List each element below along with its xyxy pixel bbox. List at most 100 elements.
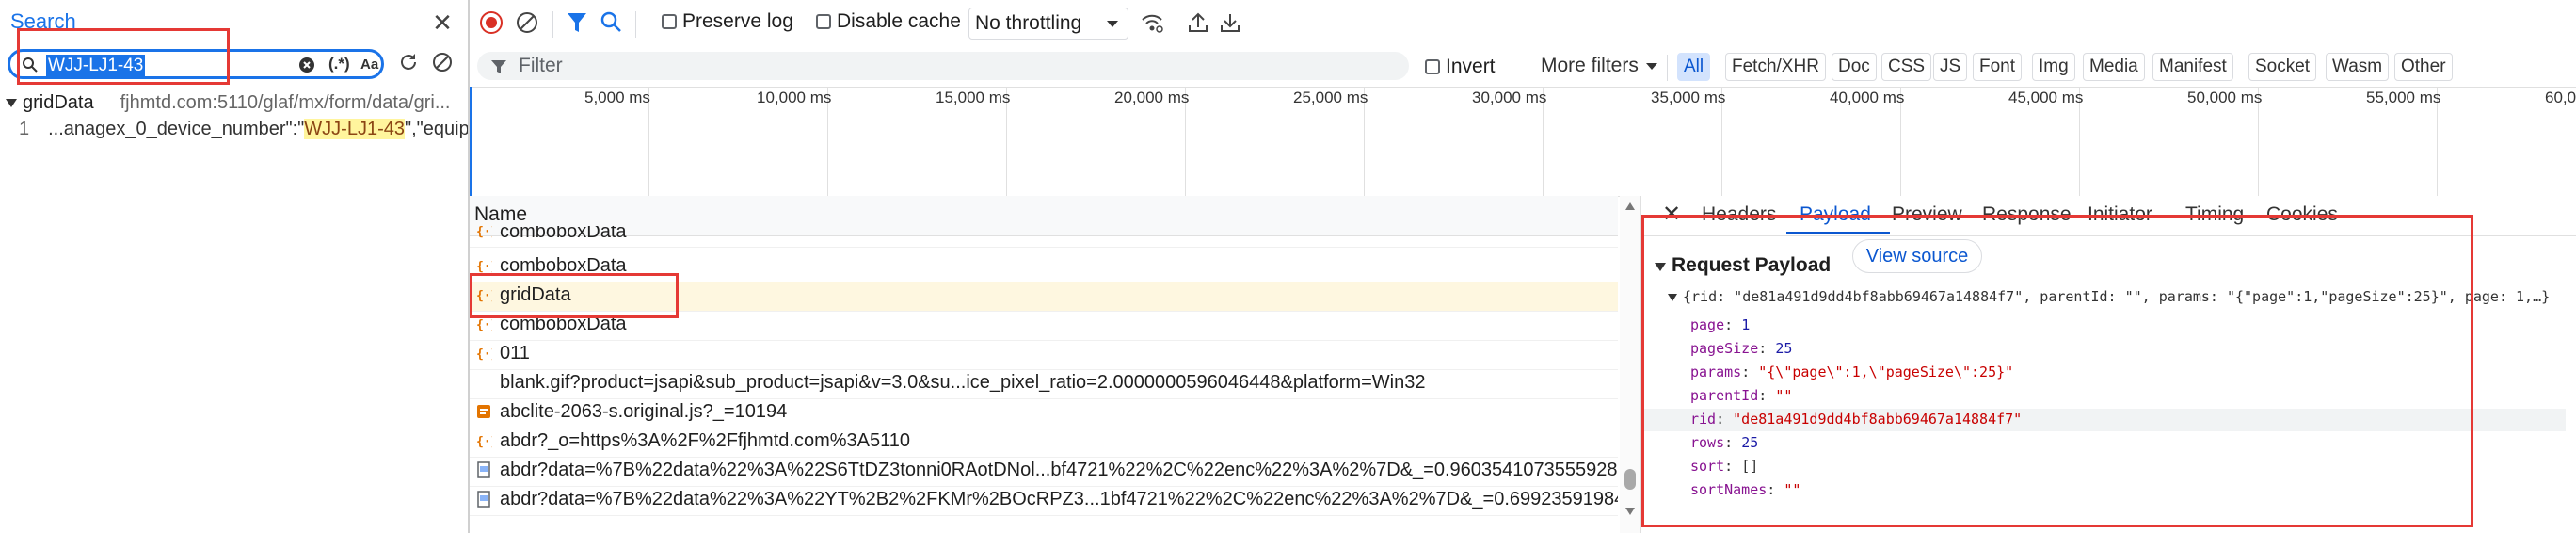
more-filters-dropdown[interactable]: More filters — [1541, 55, 1657, 77]
match-highlight: WJJ-LJ1-43 — [304, 119, 405, 139]
search-result-match[interactable]: 1 ...anagex_0_device_number":"WJJ-LJ1-43"… — [19, 119, 469, 140]
request-name: abdr?data=%7B%22data%22%3A%22S6TtDZ3tonn… — [500, 460, 1618, 480]
type-chip-all[interactable]: All — [1677, 53, 1711, 81]
svg-text:{·}: {·} — [476, 318, 492, 332]
import-har-icon[interactable] — [1187, 10, 1209, 35]
requests-scrollbar[interactable] — [1620, 196, 1640, 533]
separator — [552, 11, 553, 38]
tick-label: 50,000 ms — [2187, 89, 2263, 106]
clear-input-icon[interactable] — [298, 57, 315, 73]
highlight-box-request — [470, 273, 679, 318]
preserve-log-checkbox[interactable]: Preserve log — [662, 10, 793, 33]
disable-cache-label: Disable cache — [837, 10, 961, 32]
type-chip-doc[interactable]: Doc — [1832, 53, 1877, 81]
request-name: abdr?_o=https%3A%2F%2Ffjhmtd.com%3A5110 — [500, 430, 910, 451]
disable-cache-checkbox[interactable]: Disable cache — [816, 10, 961, 33]
tick-label: 45,000 ms — [2008, 89, 2084, 106]
tick-label: 40,000 ms — [1830, 89, 1905, 106]
xhr-icon: {·} — [476, 435, 492, 449]
match-suffix: ","equipm... — [405, 119, 469, 139]
type-chip-js[interactable]: JS — [1933, 53, 1968, 81]
document-icon — [477, 491, 490, 508]
scroll-down-icon[interactable] — [1624, 507, 1636, 516]
svg-text:{·}: {·} — [476, 347, 492, 362]
svg-text:{·}: {·} — [476, 226, 492, 239]
chevron-down-icon — [1645, 62, 1657, 70]
xhr-icon: {·} — [476, 347, 492, 362]
request-name: 011 — [500, 343, 530, 363]
tick-label: 55,000 ms — [2366, 89, 2441, 106]
request-name: blank.gif?product=jsapi&sub_product=jsap… — [500, 372, 1426, 393]
close-search-icon[interactable]: ✕ — [429, 9, 456, 36]
tick-label: 35,000 ms — [1651, 89, 1726, 106]
more-filters-label: More filters — [1541, 55, 1639, 76]
throttling-select[interactable]: No throttling — [968, 8, 1128, 40]
clear-log-icon[interactable] — [515, 10, 539, 35]
requests-table: Name {·} comboboxData {·} comboboxData {… — [470, 196, 1640, 533]
checkbox-icon — [816, 14, 831, 29]
throttling-value: No throttling — [975, 12, 1082, 34]
request-row[interactable]: abdr?data=%7B%22data%22%3A%22YT%2B2%2FKM… — [470, 486, 1618, 516]
filter-icon[interactable] — [566, 10, 588, 35]
script-icon — [477, 405, 490, 418]
expand-triangle-icon — [6, 99, 17, 108]
request-row[interactable]: blank.gif?product=jsapi&sub_product=jsap… — [470, 369, 1618, 399]
svg-text:{·}: {·} — [476, 435, 492, 449]
timeline-overview[interactable]: 5,000 ms 10,000 ms 15,000 ms 20,000 ms 2… — [470, 87, 2576, 197]
tick-label: 5,000 ms — [584, 89, 650, 106]
request-row[interactable]: {·} abdr?_o=https%3A%2F%2Ffjhmtd.com%3A5… — [470, 428, 1618, 458]
export-har-icon[interactable] — [1219, 10, 1241, 35]
search-result-filename: gridData — [23, 92, 94, 113]
separator — [635, 11, 636, 38]
tick-label: 60,0 — [2545, 89, 2576, 106]
tick-label: 20,000 ms — [1114, 89, 1190, 106]
xhr-icon: {·} — [476, 260, 492, 274]
request-row[interactable]: abclite-2063-s.original.js?_=10194 — [470, 398, 1618, 428]
scrollbar-thumb[interactable] — [1624, 469, 1636, 490]
refresh-icon[interactable] — [397, 51, 420, 73]
request-name: abdr?data=%7B%22data%22%3A%22YT%2B2%2FKM… — [500, 489, 1618, 509]
type-chip-other[interactable]: Other — [2394, 53, 2453, 81]
separator — [1667, 55, 1668, 81]
search-icon[interactable] — [600, 10, 622, 35]
request-row[interactable]: abdr?data=%7B%22data%22%3A%22S6TtDZ3tonn… — [470, 457, 1618, 487]
line-number: 1 — [19, 119, 30, 139]
search-result-file[interactable]: gridData fjhmtd.com:5110/glaf/mx/form/dat… — [6, 92, 451, 114]
invert-checkbox[interactable]: Invert — [1425, 56, 1496, 78]
request-name: comboboxData — [500, 226, 627, 242]
request-name: abclite-2063-s.original.js?_=10194 — [500, 401, 788, 422]
regex-toggle-button[interactable]: (.*) — [328, 55, 350, 73]
network-conditions-icon[interactable] — [1140, 10, 1164, 35]
timeline-marker — [470, 87, 472, 196]
type-chip-img[interactable]: Img — [2032, 53, 2075, 81]
type-chip-font[interactable]: Font — [1973, 53, 2023, 81]
type-chip-socket[interactable]: Socket — [2248, 53, 2317, 81]
record-icon[interactable] — [479, 10, 504, 35]
tick-label: 15,000 ms — [936, 89, 1011, 106]
filter-funnel-icon — [490, 58, 507, 75]
type-chip-fetch-xhr[interactable]: Fetch/XHR — [1725, 53, 1826, 81]
request-details-pane: ✕ Headers Payload Preview Response Initi… — [1640, 196, 2576, 533]
search-result-url: fjhmtd.com:5110/glaf/mx/form/data/gri... — [120, 92, 451, 113]
tick-label: 30,000 ms — [1472, 89, 1547, 106]
tick-label: 25,000 ms — [1293, 89, 1368, 106]
svg-text:{·}: {·} — [476, 260, 492, 274]
highlight-box-search — [17, 28, 230, 85]
clear-results-icon[interactable] — [431, 51, 454, 73]
type-chip-manifest[interactable]: Manifest — [2152, 53, 2233, 81]
checkbox-icon — [662, 14, 677, 29]
tick-label: 10,000 ms — [757, 89, 832, 106]
filter-placeholder: Filter — [519, 55, 563, 76]
type-chip-css[interactable]: CSS — [1881, 53, 1932, 81]
preserve-log-label: Preserve log — [682, 10, 793, 32]
request-row[interactable]: {·} comboboxData — [470, 226, 1618, 248]
filter-input[interactable]: Filter — [477, 52, 1409, 80]
type-chip-media[interactable]: Media — [2083, 53, 2145, 81]
name-column-label: Name — [474, 203, 528, 225]
match-case-button[interactable]: Aa — [360, 57, 378, 73]
type-chip-wasm[interactable]: Wasm — [2326, 53, 2390, 81]
scroll-up-icon[interactable] — [1624, 202, 1636, 211]
request-row[interactable]: {·} 011 — [470, 340, 1618, 370]
search-panel: Search ✕ WJJ-LJ1-43 (.*) Aa gridData fjhm… — [0, 0, 469, 533]
chevron-down-icon — [1107, 21, 1118, 27]
